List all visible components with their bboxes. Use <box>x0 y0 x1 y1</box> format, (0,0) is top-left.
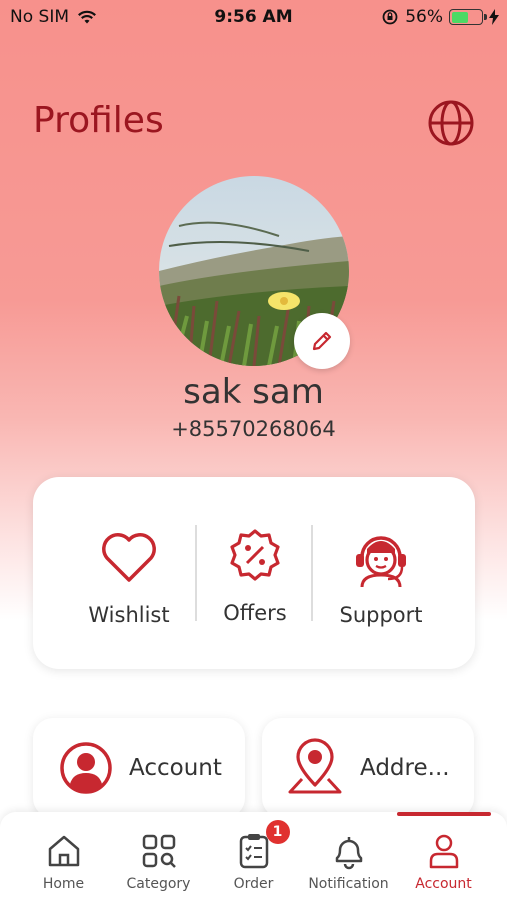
language-button[interactable] <box>426 98 476 148</box>
support-agent-icon <box>356 536 406 587</box>
pencil-icon <box>312 331 332 351</box>
wishlist-label: Wishlist <box>88 603 170 627</box>
bell-icon <box>335 837 362 870</box>
user-icon <box>429 834 458 869</box>
user-phone: +85570268064 <box>171 417 336 441</box>
bottom-tab-bar: Home Category 1 Order Notification Accou… <box>0 812 507 900</box>
user-circle-icon <box>60 742 112 794</box>
tab-category[interactable]: Category <box>108 812 209 900</box>
heart-icon <box>102 533 156 582</box>
address-tile-label: Addre... <box>360 755 450 781</box>
battery-icon <box>449 9 487 25</box>
page-title: Profiles <box>33 100 164 141</box>
tab-account-label: Account <box>415 876 472 892</box>
offers-label: Offers <box>223 601 287 625</box>
tab-notification-label: Notification <box>308 876 389 892</box>
battery-percent: 56% <box>405 7 443 27</box>
status-bar: No SIM 9:56 AM 56% <box>0 0 507 34</box>
wishlist-button[interactable]: Wishlist <box>69 477 189 669</box>
edit-avatar-button[interactable] <box>294 313 350 369</box>
order-count-badge: 1 <box>265 820 290 844</box>
account-tile[interactable]: Account <box>33 718 245 818</box>
home-icon <box>48 835 79 867</box>
offers-button[interactable]: Offers <box>203 477 307 669</box>
globe-icon <box>428 100 474 146</box>
tab-home[interactable]: Home <box>13 812 114 900</box>
orientation-lock-icon <box>382 9 398 25</box>
tab-category-label: Category <box>126 876 191 892</box>
tab-home-label: Home <box>42 876 85 892</box>
divider <box>195 525 197 621</box>
tab-order-label: Order <box>233 876 274 892</box>
category-grid-icon <box>142 834 176 868</box>
profile-screen: No SIM 9:56 AM 56% Profiles sak sam +855… <box>0 0 507 900</box>
charging-bolt-icon <box>489 9 499 25</box>
active-tab-indicator <box>397 812 491 816</box>
support-button[interactable]: Support <box>321 477 441 669</box>
tab-notification[interactable]: Notification <box>298 812 399 900</box>
avatar-container <box>159 176 350 369</box>
quick-actions-card: Wishlist Offers Support <box>33 477 475 669</box>
location-pin-icon <box>288 738 342 794</box>
address-tile[interactable]: Addre... <box>262 718 474 818</box>
support-label: Support <box>339 603 423 627</box>
account-tile-label: Account <box>129 755 222 781</box>
battery-level-fill <box>451 11 468 23</box>
discount-badge-icon <box>230 529 280 581</box>
user-name: sak sam <box>183 372 324 412</box>
divider <box>311 525 313 621</box>
tab-account[interactable]: Account <box>393 812 494 900</box>
tab-order[interactable]: 1 Order <box>203 812 304 900</box>
